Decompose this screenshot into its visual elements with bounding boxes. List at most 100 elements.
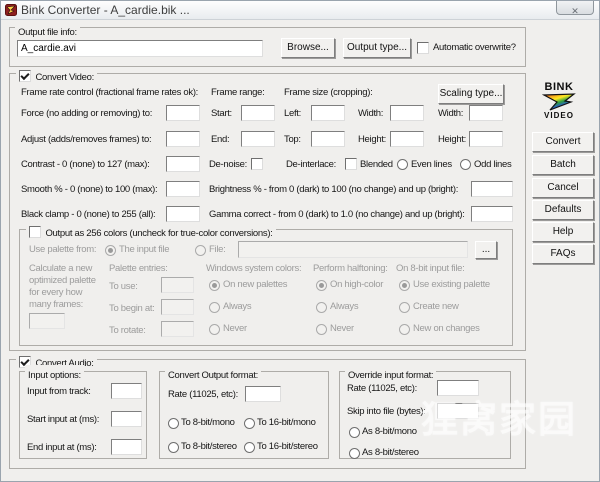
smooth-input[interactable] bbox=[166, 181, 200, 197]
bit8-existing-palette-radio[interactable] bbox=[399, 280, 410, 291]
to-8bit-mono-label: To 8-bit/mono bbox=[181, 417, 235, 428]
defaults-button[interactable]: Defaults bbox=[532, 200, 594, 220]
deinterlace-checkbox[interactable] bbox=[345, 158, 357, 170]
gamma-label: Gamma correct - from 0 (dark) to 1.0 (no… bbox=[209, 209, 465, 220]
palette-file-input[interactable] bbox=[238, 241, 468, 258]
scaling-type-button[interactable]: Scaling type... bbox=[438, 84, 504, 104]
to-begin-input[interactable] bbox=[161, 299, 194, 315]
odd-lines-radio[interactable] bbox=[460, 159, 471, 170]
scale-width-input[interactable] bbox=[469, 105, 503, 121]
crop-top-label: Top: bbox=[284, 134, 301, 145]
faqs-button[interactable]: FAQs bbox=[532, 244, 594, 264]
convert-button[interactable]: Convert bbox=[532, 132, 594, 152]
halftoning-high-color-radio[interactable] bbox=[316, 280, 327, 291]
calc-palette-line1: Calculate a new bbox=[29, 263, 92, 274]
brightness-label: Brightness % - from 0 (dark) to 100 (no … bbox=[209, 184, 458, 195]
convert-video-label: Convert Video: bbox=[35, 72, 93, 83]
audio-rate-input[interactable] bbox=[245, 386, 281, 402]
start-input-ms-input[interactable] bbox=[111, 411, 142, 427]
calc-palette-frames-input[interactable] bbox=[29, 313, 65, 329]
halftoning-always-radio[interactable] bbox=[316, 302, 327, 313]
frame-rate-heading: Frame rate control (fractional frame rat… bbox=[21, 87, 198, 98]
adjust-label: Adjust (adds/removes frames) to: bbox=[21, 134, 151, 145]
denoise-checkbox[interactable] bbox=[251, 158, 263, 170]
frame-size-heading: Frame size (cropping): bbox=[284, 87, 372, 98]
deinterlace-label: De-interlace: bbox=[286, 159, 336, 170]
force-input[interactable] bbox=[166, 105, 200, 121]
frame-start-input[interactable] bbox=[241, 105, 275, 121]
brightness-input[interactable] bbox=[471, 181, 513, 197]
help-button[interactable]: Help bbox=[532, 222, 594, 242]
title-bar[interactable]: Bink Converter - A_cardie.bik ... ✕ bbox=[1, 1, 599, 20]
scale-height-label: Height: bbox=[438, 134, 466, 145]
skip-into-file-input[interactable] bbox=[437, 403, 479, 419]
crop-width-input[interactable] bbox=[390, 105, 424, 121]
start-label: Start: bbox=[211, 108, 232, 119]
windows-colors-new-palettes-radio[interactable] bbox=[209, 280, 220, 291]
close-button[interactable]: ✕ bbox=[556, 0, 594, 15]
app-icon bbox=[5, 4, 17, 16]
bit8-new-on-changes-radio[interactable] bbox=[399, 324, 410, 335]
crop-top-input[interactable] bbox=[311, 131, 345, 147]
windows-colors-never-radio[interactable] bbox=[209, 324, 220, 335]
use-palette-from-label: Use palette from: bbox=[29, 244, 96, 255]
output-256-checkbox[interactable] bbox=[29, 226, 41, 238]
crop-left-input[interactable] bbox=[311, 105, 345, 121]
to-16bit-mono-label: To 16-bit/mono bbox=[257, 417, 316, 428]
crop-left-label: Left: bbox=[284, 108, 301, 119]
as-8bit-stereo-radio[interactable] bbox=[349, 448, 360, 459]
contrast-input[interactable] bbox=[166, 156, 200, 172]
output-filename-input[interactable] bbox=[17, 40, 263, 57]
to-8bit-stereo-label: To 8-bit/stereo bbox=[181, 441, 237, 452]
to-8bit-mono-radio[interactable] bbox=[168, 418, 179, 429]
halftoning-never-radio[interactable] bbox=[316, 324, 327, 335]
convert-video-checkbox[interactable] bbox=[19, 70, 31, 82]
batch-button[interactable]: Batch bbox=[532, 155, 594, 175]
to-use-input[interactable] bbox=[161, 277, 194, 293]
audio-override-format-legend: Override input format: bbox=[348, 370, 433, 381]
output-file-legend: Output file info: bbox=[18, 27, 77, 38]
to-8bit-stereo-radio[interactable] bbox=[168, 442, 179, 453]
cancel-button[interactable]: Cancel bbox=[532, 178, 594, 198]
browse-button[interactable]: Browse... bbox=[281, 38, 335, 58]
to-16bit-stereo-radio[interactable] bbox=[244, 442, 255, 453]
windows-colors-always-radio[interactable] bbox=[209, 302, 220, 313]
override-rate-input[interactable] bbox=[437, 380, 479, 396]
calc-palette-line2: optimized palette bbox=[29, 275, 96, 286]
audio-rate-label: Rate (11025, etc): bbox=[168, 389, 238, 400]
to-rotate-input[interactable] bbox=[161, 321, 194, 337]
input-track-input[interactable] bbox=[111, 383, 142, 399]
bink-logo-icon bbox=[542, 93, 576, 111]
windows-colors-never-label: Never bbox=[223, 323, 247, 334]
palette-input-file-label: The input file bbox=[119, 244, 169, 255]
palette-file-browse-button[interactable]: ... bbox=[475, 241, 497, 259]
start-input-label: Start input at (ms): bbox=[27, 414, 99, 425]
as-8bit-stereo-label: As 8-bit/stereo bbox=[362, 447, 419, 458]
halftoning-heading: Perform halftoning: bbox=[313, 263, 388, 274]
smooth-label: Smooth % - 0 (none) to 100 (max): bbox=[21, 184, 157, 195]
to-begin-label: To begin at: bbox=[109, 303, 155, 314]
to-use-label: To use: bbox=[109, 281, 138, 292]
to-16bit-mono-radio[interactable] bbox=[244, 418, 255, 429]
bit8-create-new-radio[interactable] bbox=[399, 302, 410, 313]
adjust-input[interactable] bbox=[166, 131, 200, 147]
crop-height-label: Height: bbox=[358, 134, 386, 145]
palette-file-radio[interactable] bbox=[195, 245, 206, 256]
odd-lines-label: Odd lines bbox=[474, 159, 511, 170]
as-8bit-mono-radio[interactable] bbox=[349, 427, 360, 438]
auto-overwrite-checkbox[interactable] bbox=[417, 42, 429, 54]
crop-height-input[interactable] bbox=[390, 131, 424, 147]
even-lines-radio[interactable] bbox=[397, 159, 408, 170]
frame-range-heading: Frame range: bbox=[211, 87, 264, 98]
end-input-ms-input[interactable] bbox=[111, 439, 142, 455]
palette-input-file-radio[interactable] bbox=[105, 245, 116, 256]
output-type-button[interactable]: Output type... bbox=[343, 38, 411, 58]
frame-end-input[interactable] bbox=[241, 131, 275, 147]
scale-height-input[interactable] bbox=[469, 131, 503, 147]
windows-colors-always-label: Always bbox=[223, 301, 251, 312]
audio-output-format-legend: Convert Output format: bbox=[168, 370, 258, 381]
gamma-input[interactable] bbox=[471, 206, 513, 222]
skip-into-file-label: Skip into file (bytes): bbox=[347, 406, 426, 417]
bit8-existing-palette-label: Use existing palette bbox=[413, 279, 490, 290]
black-clamp-input[interactable] bbox=[166, 206, 200, 222]
